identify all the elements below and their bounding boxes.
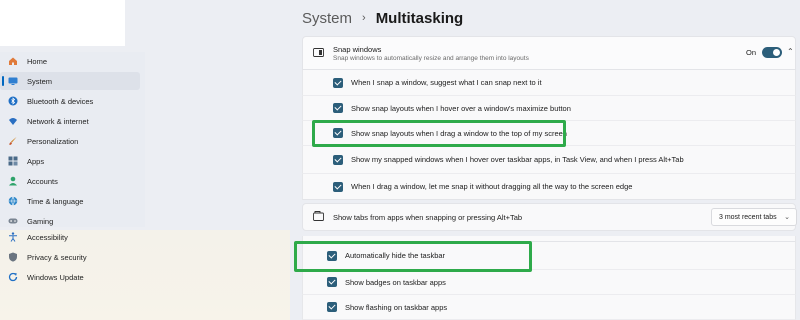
sidebar-item-windows-update[interactable]: Windows Update xyxy=(0,268,140,286)
option-label: Show my snapped windows when I hover ove… xyxy=(351,155,684,164)
checkbox[interactable] xyxy=(333,77,343,88)
blank-top-left-area xyxy=(0,0,125,46)
brush-icon xyxy=(8,136,18,146)
taskbar-option-flashing[interactable]: Show flashing on taskbar apps xyxy=(302,295,796,320)
bluetooth-icon xyxy=(8,96,18,106)
sidebar-item-label: Home xyxy=(27,56,48,66)
toggle-state-label: On xyxy=(746,48,757,57)
taskbar-option-autohide[interactable]: Automatically hide the taskbar xyxy=(302,241,796,270)
breadcrumb-separator: › xyxy=(362,12,366,24)
breadcrumb-system[interactable]: System xyxy=(302,10,352,27)
sidebar-item-label: Bluetooth & devices xyxy=(27,96,94,106)
option-label: When I snap a window, suggest what I can… xyxy=(351,78,542,87)
snap-windows-description: Snap windows to automatically resize and… xyxy=(333,55,529,62)
snap-option-drag-edge[interactable]: When I drag a window, let me snap it wit… xyxy=(302,174,796,200)
sidebar-item-network[interactable]: Network & internet xyxy=(0,112,140,130)
sidebar-item-home[interactable]: Home xyxy=(0,52,140,70)
chevron-up-icon[interactable]: ⌃ xyxy=(787,47,794,56)
checkbox[interactable] xyxy=(327,250,337,261)
sidebar-item-apps[interactable]: Apps xyxy=(0,152,140,170)
sidebar-item-label: Accessibility xyxy=(27,232,68,242)
sidebar-item-label: Apps xyxy=(27,156,45,166)
sidebar-item-label: Gaming xyxy=(27,216,54,226)
sidebar-item-accessibility[interactable]: Accessibility xyxy=(0,229,140,245)
dropdown-value: 3 most recent tabs xyxy=(719,213,777,221)
checkbox[interactable] xyxy=(327,277,337,287)
active-indicator xyxy=(2,76,4,86)
checkbox[interactable] xyxy=(333,128,343,138)
sidebar-item-bluetooth[interactable]: Bluetooth & devices xyxy=(0,92,140,110)
sidebar-item-label: Accounts xyxy=(27,176,58,186)
sidebar-item-gaming[interactable]: Gaming xyxy=(0,212,140,230)
snap-option-show-snapped[interactable]: Show my snapped windows when I hover ove… xyxy=(302,146,796,174)
option-label: Show badges on taskbar apps xyxy=(345,277,446,287)
tabs-count-dropdown[interactable]: 3 most recent tabs ⌄ xyxy=(711,208,797,226)
wifi-icon xyxy=(8,116,18,126)
gamepad-icon xyxy=(8,216,18,226)
checkbox[interactable] xyxy=(333,181,343,192)
tabs-icon xyxy=(313,211,324,223)
snap-windows-title: Snap windows xyxy=(333,45,382,54)
sidebar-item-label: Network & internet xyxy=(27,116,89,126)
snap-windows-card[interactable]: Snap windows Snap windows to automatical… xyxy=(302,36,796,70)
apps-icon xyxy=(8,156,18,166)
sidebar-item-label: Privacy & security xyxy=(27,252,87,262)
snap-option-suggest[interactable]: When I snap a window, suggest what I can… xyxy=(302,70,796,96)
chevron-down-icon: ⌄ xyxy=(784,214,790,221)
sidebar-item-label: System xyxy=(27,76,53,86)
checkbox[interactable] xyxy=(333,103,343,113)
sidebar-item-privacy[interactable]: Privacy & security xyxy=(0,248,140,266)
option-label: Show flashing on taskbar apps xyxy=(345,302,448,312)
sidebar-item-accounts[interactable]: Accounts xyxy=(0,172,140,190)
update-icon xyxy=(8,272,18,282)
shield-icon xyxy=(8,252,18,262)
globe-icon xyxy=(8,196,18,206)
checkbox[interactable] xyxy=(327,302,337,312)
tabs-setting-label: Show tabs from apps when snapping or pre… xyxy=(333,212,523,222)
breadcrumb: System › Multitasking xyxy=(302,8,463,28)
sidebar-item-system[interactable]: System xyxy=(0,72,140,90)
snap-option-hover-maximize[interactable]: Show snap layouts when I hover over a wi… xyxy=(302,96,796,121)
monitor-icon xyxy=(8,76,18,86)
accessibility-icon xyxy=(8,232,18,242)
option-label: Show snap layouts when I drag a window t… xyxy=(351,128,567,138)
snap-windows-icon xyxy=(313,48,324,59)
option-label: Show snap layouts when I hover over a wi… xyxy=(351,103,571,113)
sidebar-item-label: Time & language xyxy=(27,196,84,206)
person-icon xyxy=(8,176,18,186)
snap-windows-toggle[interactable] xyxy=(762,47,782,58)
sidebar-item-label: Windows Update xyxy=(27,272,84,282)
taskbar-option-badges[interactable]: Show badges on taskbar apps xyxy=(302,270,796,295)
checkbox[interactable] xyxy=(333,154,343,165)
sidebar-item-personalization[interactable]: Personalization xyxy=(0,132,140,150)
home-icon xyxy=(8,56,18,66)
option-label: When I drag a window, let me snap it wit… xyxy=(351,182,633,191)
snap-option-drag-top[interactable]: Show snap layouts when I drag a window t… xyxy=(302,121,796,146)
option-label: Automatically hide the taskbar xyxy=(345,251,446,260)
page-title: Multitasking xyxy=(375,9,464,27)
sidebar-item-label: Personalization xyxy=(27,136,79,146)
sidebar-item-time-language[interactable]: Time & language xyxy=(0,192,140,210)
